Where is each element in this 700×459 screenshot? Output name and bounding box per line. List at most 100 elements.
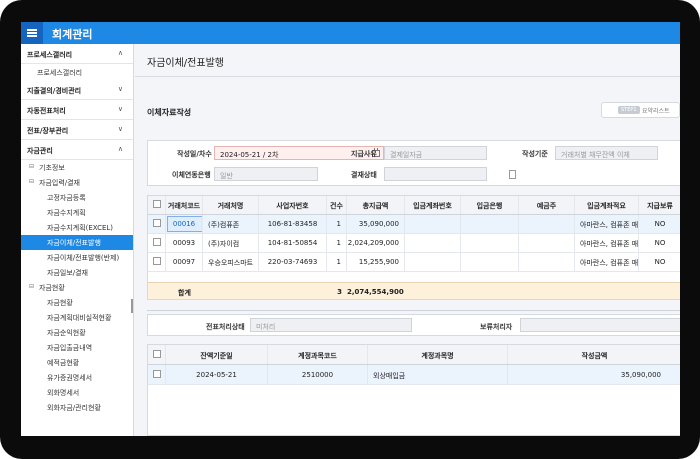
cell-account[interactable] (405, 234, 461, 252)
col-header-code[interactable]: 거래처코드 (166, 196, 203, 214)
select-all-checkbox[interactable] (152, 200, 161, 208)
cell-name[interactable]: 우승오피스마트 (203, 253, 259, 271)
col-header-account[interactable]: 입금계좌번호 (405, 196, 461, 214)
cell-count[interactable]: 1 (327, 215, 347, 233)
cell-hold[interactable]: NO (639, 234, 680, 252)
reason-field[interactable]: 결제일자금 (384, 146, 487, 160)
cell-holder[interactable] (519, 253, 575, 271)
select-all-cell[interactable] (148, 345, 166, 364)
cell-name[interactable]: (주)자이컴 (203, 234, 259, 252)
tree-toggle-icon[interactable]: ⊟ (29, 283, 34, 290)
col-header-bank[interactable]: 입금은행 (461, 196, 519, 214)
voucher-status-field[interactable]: 미처리 (250, 318, 412, 332)
sidebar-item-fund-plan[interactable]: 자금수지계획 (21, 205, 133, 220)
sidebar-item-deposit-status[interactable]: 예적금현황 (21, 355, 133, 370)
cell-hold[interactable]: NO (639, 215, 680, 233)
cell-bank[interactable] (461, 215, 519, 233)
cell-bank[interactable] (461, 234, 519, 252)
sidebar-item-fund-plan-excel[interactable]: 자금수지계획(EXCEL) (21, 220, 133, 235)
sidebar-group-voucher-ledger[interactable]: 전표/장부관리 ∨ (21, 120, 133, 140)
tree-node-status[interactable]: ⊟ 자금현황 (21, 280, 133, 295)
sidebar-item-process-gallery[interactable]: 프로세스갤러리 (21, 64, 133, 80)
cell-hold[interactable]: NO (639, 253, 680, 271)
cell-holder[interactable] (519, 234, 575, 252)
cell-name[interactable]: (주)컴퓨존 (203, 215, 259, 233)
sidebar-group-fund[interactable]: 자금관리 ∧ (21, 140, 133, 160)
col-header-count[interactable]: 건수 (327, 196, 347, 214)
cell-bizno[interactable]: 104-81-50854 (259, 234, 327, 252)
hold-processor-field[interactable] (520, 318, 680, 332)
table-row[interactable]: 00097 우승오피스마트 220-03-74693 1 15,255,900 … (148, 253, 680, 272)
cell-code[interactable]: 00093 (166, 234, 203, 252)
cell-memo[interactable]: 아마란스, 컴퓨존 매입 (575, 215, 639, 233)
select-all-checkbox[interactable] (152, 350, 161, 358)
col-header-balance-date[interactable]: 잔액기준일 (166, 345, 268, 364)
sidebar-item-inout-history[interactable]: 자금입출금내역 (21, 340, 133, 355)
cell-memo[interactable]: 아마란스, 컴퓨존 매입 (575, 253, 639, 271)
col-header-holder[interactable]: 예금주 (519, 196, 575, 214)
cell-amount[interactable]: 15,255,900 (347, 253, 405, 271)
document-icon[interactable] (509, 170, 516, 179)
sidebar-item-foreign-currency[interactable]: 외화명세서 (21, 385, 133, 400)
sidebar-item-daily-report[interactable]: 자금일보/결재 (21, 265, 133, 280)
col-header-written-amount[interactable]: 작성금액 (508, 345, 680, 364)
sidebar-item-foreign-fund[interactable]: 외화자금/관리현황 (21, 400, 133, 415)
sidebar-item-fixed-fund[interactable]: 고정자금등록 (21, 190, 133, 205)
cell-account[interactable] (405, 253, 461, 271)
sidebar-item-plan-vs-actual[interactable]: 자금계획대비실적현황 (21, 310, 133, 325)
cell-count[interactable]: 1 (327, 234, 347, 252)
cell-code[interactable]: 00097 (166, 253, 203, 271)
cell-count[interactable]: 1 (327, 253, 347, 271)
sidebar-group-auto-voucher[interactable]: 자동전표처리 ∨ (21, 100, 133, 120)
col-header-account-name[interactable]: 계정과목명 (368, 345, 508, 364)
table-row[interactable]: 00093 (주)자이컴 104-81-50854 1 2,024,209,00… (148, 234, 680, 253)
cell-written-amount[interactable]: 35,090,000 (508, 365, 680, 384)
basis-field[interactable]: 거래처별 채무잔액 이체 (555, 146, 658, 160)
col-header-bizno[interactable]: 사업자번호 (259, 196, 327, 214)
row-checkbox[interactable] (152, 238, 161, 246)
row-select-cell[interactable] (148, 215, 166, 233)
sidebar-item-securities[interactable]: 유가증권명세서 (21, 370, 133, 385)
tree-node-payment[interactable]: ⊟ 자금입력/결재 (21, 175, 133, 190)
summary-list-button[interactable]: STEP1 요약리스트 (601, 102, 680, 118)
cell-bizno[interactable]: 106-81-83458 (259, 215, 327, 233)
col-header-account-code[interactable]: 계정과목코드 (268, 345, 368, 364)
row-checkbox[interactable] (152, 257, 161, 265)
sidebar-item-fund-status[interactable]: 자금현황 (21, 295, 133, 310)
cell-code[interactable]: 00016 (166, 215, 203, 233)
sidebar-item-transfer-voucher-offset[interactable]: 자금이체/전표발행(반제) (21, 250, 133, 265)
sidebar-scrollbar[interactable] (131, 299, 133, 313)
cell-account[interactable] (405, 215, 461, 233)
row-select-cell[interactable] (148, 365, 166, 384)
sidebar-group-process-gallery[interactable]: 프로세스갤러리 ∧ (21, 44, 133, 64)
sidebar-item-transfer-voucher[interactable]: 자금이체/전표발행 (21, 235, 133, 250)
cell-balance-date[interactable]: 2024-05-21 (166, 365, 268, 384)
cell-account-code[interactable]: 2510000 (268, 365, 368, 384)
cell-amount[interactable]: 35,090,000 (347, 215, 405, 233)
table-row[interactable]: 2024-05-21 2510000 외상매입금 35,090,000 (148, 365, 680, 385)
approval-field[interactable] (384, 167, 487, 181)
row-select-cell[interactable] (148, 253, 166, 271)
row-checkbox[interactable] (152, 370, 161, 378)
col-header-memo[interactable]: 입금계좌적요 (575, 196, 639, 214)
tree-node-basic-info[interactable]: ⊟ 기초정보 (21, 160, 133, 175)
tree-toggle-icon[interactable]: ⊟ (29, 163, 34, 170)
cell-account-name[interactable]: 외상매입금 (368, 365, 508, 384)
select-all-cell[interactable] (148, 196, 166, 214)
bank-field[interactable]: 일반 (214, 167, 318, 181)
sidebar-group-expense[interactable]: 지출결의/경비관리 ∨ (21, 80, 133, 100)
col-header-amount[interactable]: 총지급액 (347, 196, 405, 214)
row-select-cell[interactable] (148, 234, 166, 252)
cell-memo[interactable]: 아마란스, 컴퓨존 매입 (575, 234, 639, 252)
cell-bizno[interactable]: 220-03-74693 (259, 253, 327, 271)
cell-amount[interactable]: 2,024,209,000 (347, 234, 405, 252)
table-row[interactable]: 00016 (주)컴퓨존 106-81-83458 1 35,090,000 아… (148, 215, 680, 234)
sidebar-item-fund-pnl[interactable]: 자금순익현황 (21, 325, 133, 340)
col-header-name[interactable]: 거래처명 (203, 196, 259, 214)
row-checkbox[interactable] (152, 219, 161, 227)
col-header-hold[interactable]: 지급보류 (639, 196, 680, 214)
tree-toggle-icon[interactable]: ⊟ (29, 178, 34, 185)
cell-holder[interactable] (519, 215, 575, 233)
hamburger-menu-icon[interactable] (21, 22, 43, 44)
cell-bank[interactable] (461, 253, 519, 271)
